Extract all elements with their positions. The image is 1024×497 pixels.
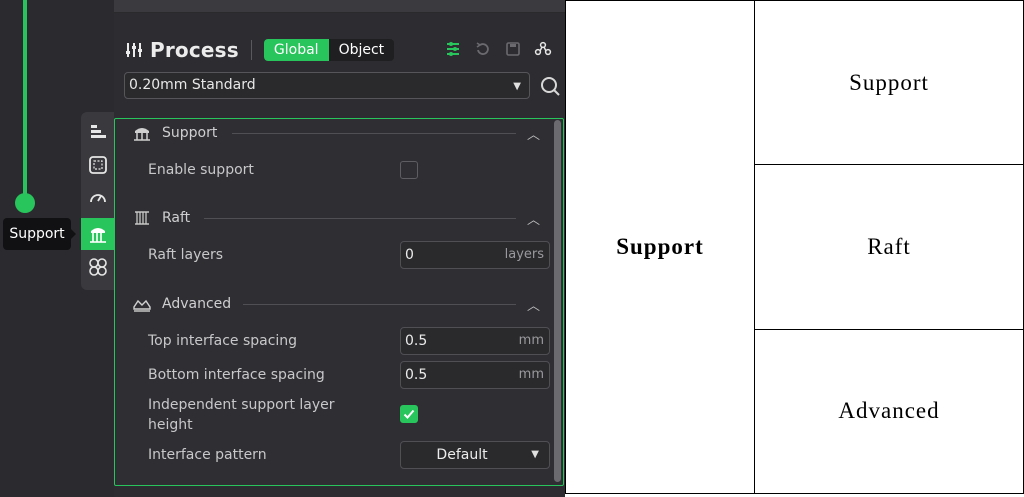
tooltip-arrow <box>70 228 76 240</box>
reset-icon[interactable] <box>474 40 492 58</box>
raft-layers-value: 0 <box>405 247 414 263</box>
raft-layers-unit: layers <box>504 247 544 262</box>
top-interface-spacing-value: 0.5 <box>405 333 428 349</box>
panel-scrollbar[interactable] <box>554 120 561 482</box>
top-interface-spacing-input[interactable]: 0.5 mm <box>400 327 550 355</box>
section-header-advanced[interactable]: Advanced <box>132 293 231 315</box>
section-header-raft[interactable]: Raft <box>132 207 190 229</box>
reference-table: Support Support Raft Advanced <box>565 0 1024 495</box>
section-title-advanced: Advanced <box>162 296 232 312</box>
top-interface-spacing-label: Top interface spacing <box>148 333 298 349</box>
list-settings-icon[interactable] <box>444 40 462 58</box>
header-divider <box>250 40 252 60</box>
table-cell-row-3: Advanced <box>754 328 1024 495</box>
raft-layers-input[interactable]: 0 layers <box>400 241 550 269</box>
reference-table-wrap: Support Support Raft Advanced <box>565 0 1024 497</box>
table-cell-main: Support <box>565 0 755 494</box>
header-actions <box>444 40 552 58</box>
save-icon[interactable] <box>504 40 522 58</box>
independent-layer-height-label-line1: Independent support layer <box>148 397 335 413</box>
scope-global-button[interactable]: Global <box>263 39 329 61</box>
process-header: Process Global Object <box>124 36 395 64</box>
bottom-interface-spacing-input[interactable]: 0.5 mm <box>400 361 550 389</box>
interface-pattern-select[interactable]: Default ▼ <box>400 441 550 469</box>
independent-layer-height-label-line2: height <box>148 417 193 433</box>
process-settings-icon <box>126 43 142 57</box>
others-icon <box>88 258 107 276</box>
rail-tab-speed[interactable] <box>81 182 114 214</box>
chevron-up-icon[interactable]: ︿ <box>527 209 540 228</box>
advanced-icon <box>133 299 151 312</box>
enable-support-checkbox[interactable] <box>400 161 418 179</box>
strength-icon <box>88 156 107 174</box>
layer-slider-track[interactable] <box>23 0 27 200</box>
preset-value: 0.20mm Standard <box>129 77 256 93</box>
section-header-support[interactable]: Support <box>132 122 217 144</box>
layer-slider-handle[interactable] <box>15 193 35 213</box>
independent-layer-height-checkbox[interactable] <box>400 405 418 423</box>
rail-tab-support[interactable] <box>81 218 114 250</box>
preset-select[interactable]: 0.20mm Standard ▼ <box>124 72 530 99</box>
search-icon[interactable] <box>539 75 561 97</box>
bottom-interface-spacing-value: 0.5 <box>405 367 428 383</box>
quality-icon <box>90 125 106 138</box>
bottom-interface-spacing-unit: mm <box>518 367 544 382</box>
support-icon <box>89 228 106 243</box>
bottom-interface-spacing-label: Bottom interface spacing <box>148 367 325 383</box>
app-topbar <box>114 0 565 13</box>
enable-support-label: Enable support <box>148 162 254 178</box>
rail-tab-quality[interactable] <box>81 116 114 148</box>
interface-pattern-label: Interface pattern <box>148 447 267 463</box>
raft-icon <box>135 211 149 225</box>
section-divider <box>232 133 516 134</box>
section-divider <box>204 218 516 219</box>
process-title: Process <box>150 38 239 62</box>
section-title-support: Support <box>162 125 218 141</box>
rail-tab-others[interactable] <box>81 251 114 283</box>
chevron-up-icon[interactable]: ︿ <box>527 124 540 143</box>
section-title-raft: Raft <box>162 210 191 226</box>
support-icon <box>134 128 150 141</box>
settings-tab-rail <box>81 112 114 290</box>
chevron-up-icon[interactable]: ︿ <box>527 295 540 314</box>
chevron-down-icon: ▼ <box>531 449 539 460</box>
scope-toggle: Global Object <box>263 39 395 61</box>
page-root: Support Process Global Object 0.20mm Sta… <box>0 0 1024 497</box>
raft-layers-label: Raft layers <box>148 247 224 263</box>
compare-icon[interactable] <box>534 40 552 58</box>
speed-icon <box>89 194 106 203</box>
top-interface-spacing-unit: mm <box>518 333 544 348</box>
checkmark-icon <box>403 409 415 419</box>
rail-tab-strength[interactable] <box>81 149 114 181</box>
interface-pattern-value: Default <box>436 447 488 463</box>
table-cell-row-2: Raft <box>754 164 1024 330</box>
slicer-app: Support Process Global Object 0.20mm Sta… <box>0 0 565 497</box>
section-divider <box>243 304 516 305</box>
chevron-down-icon: ▼ <box>513 81 521 92</box>
tooltip-support: Support <box>3 218 71 250</box>
table-cell-row-1: Support <box>754 0 1024 166</box>
scope-object-button[interactable]: Object <box>329 39 395 61</box>
